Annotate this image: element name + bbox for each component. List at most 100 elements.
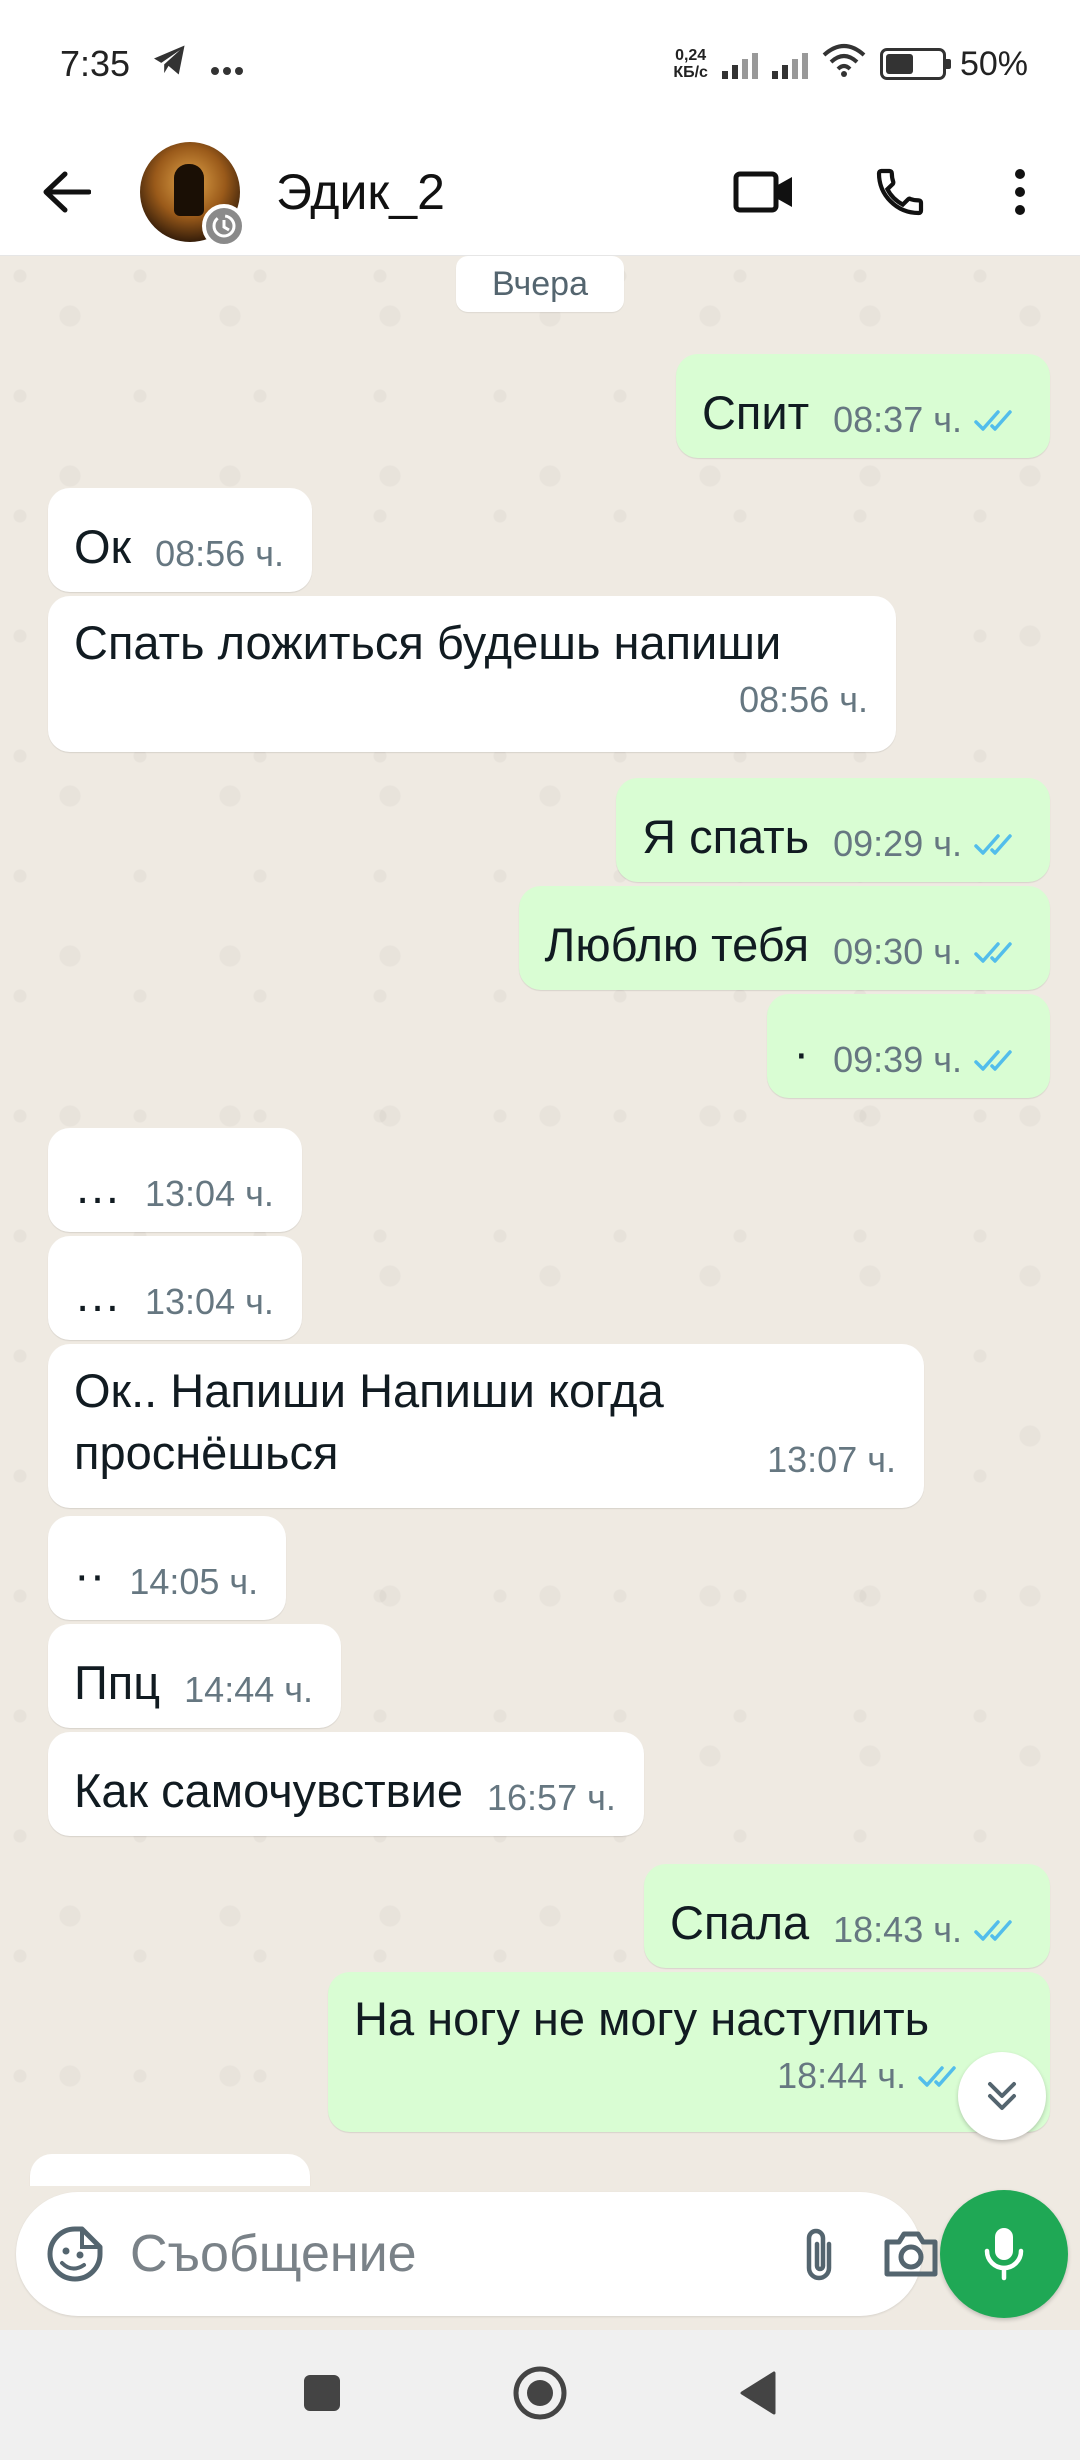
message-time: 08:56 ч. (739, 679, 868, 720)
wifi-icon (822, 43, 866, 86)
message-time: 13:04 ч. (145, 1281, 274, 1322)
mic-icon (984, 2228, 1024, 2281)
message-second-row: проснёшься 13:07 ч. (74, 1422, 896, 1484)
date-chip: Вчера (456, 256, 624, 312)
signal-2-icon (771, 49, 808, 79)
message-meta: 08:56 ч. (155, 532, 284, 578)
battery-icon (879, 48, 951, 80)
message-text: … (74, 1160, 121, 1213)
message-outgoing[interactable]: На ногу не могу наступить 18:44 ч. (328, 1972, 1050, 2132)
message-time: 09:30 ч. (833, 931, 962, 972)
chat-area[interactable]: Вчера Спит 08:37 ч. Ок 08:56 ч. Спать ло… (0, 256, 1080, 2186)
compose-bar (16, 2192, 938, 2316)
mic-button[interactable] (940, 2190, 1068, 2318)
message-incoming[interactable]: … 13:04 ч. (48, 1128, 302, 1232)
message-meta: 09:30 ч. (833, 930, 1022, 976)
message-meta: 08:37 ч. (833, 398, 1022, 444)
circle-home-icon (513, 2366, 567, 2419)
emoji-sticker-button[interactable] (46, 2219, 104, 2289)
message-meta: 18:44 ч. (777, 2054, 966, 2100)
video-call-icon (733, 171, 792, 212)
message-incoming[interactable]: ·· 14:05 ч. (48, 1516, 287, 1620)
status-bar: 7:35 0,24 КБ/с 50% (0, 0, 1080, 128)
back-arrow-icon (43, 171, 91, 212)
message-text: Люблю тебя (544, 918, 810, 971)
message-meta: 09:29 ч. (833, 822, 1022, 868)
message-text: Я спать (642, 810, 810, 863)
message-meta: 13:04 ч. (145, 1172, 274, 1218)
message-input[interactable] (130, 2224, 799, 2284)
avatar[interactable] (140, 141, 246, 248)
message-outgoing[interactable]: Спит 08:37 ч. (675, 354, 1050, 458)
phone-icon (876, 168, 924, 215)
message-incoming[interactable]: Как самочувствие 16:57 ч. (48, 1732, 644, 1836)
message-meta: 09:39 ч. (833, 1038, 1022, 1084)
message-time: 08:37 ч. (833, 399, 962, 440)
message-time: 14:05 ч. (129, 1561, 259, 1602)
voice-call-button[interactable] (860, 152, 940, 232)
message-time: 13:04 ч. (145, 1173, 274, 1214)
home-button[interactable] (512, 2365, 568, 2426)
attach-icon (806, 2228, 832, 2281)
system-nav-bar (0, 2330, 1080, 2460)
message-meta: 13:07 ч. (767, 1438, 896, 1484)
net-speed: 0,24 КБ/с (673, 47, 708, 81)
message-outgoing[interactable]: Я спать 09:29 ч. (616, 778, 1050, 882)
status-time: 7:35 (60, 43, 131, 84)
more-dots-icon (210, 43, 244, 85)
message-meta: 18:43 ч. (833, 1908, 1022, 1954)
read-ticks-icon (974, 1920, 1012, 1941)
message-meta: 14:05 ч. (129, 1560, 258, 1606)
message-text-line2: проснёшься (74, 1426, 339, 1479)
more-vert-icon (1015, 168, 1025, 215)
read-ticks-icon (974, 410, 1012, 431)
message-meta: 13:04 ч. (145, 1280, 274, 1326)
message-time: 14:44 ч. (184, 1669, 314, 1710)
message-text: Ок (74, 520, 132, 573)
contact-name[interactable]: Эдик_2 (276, 163, 724, 221)
message-time: 08:56 ч. (155, 533, 284, 574)
chat-header: Эдик_2 (0, 128, 1080, 256)
message-text: Спать ложиться будешь напиши (74, 616, 782, 669)
message-text: ·· (74, 1548, 106, 1601)
message-text: Спит (701, 386, 810, 439)
back-button[interactable] (30, 156, 102, 228)
message-meta: 14:44 ч. (184, 1668, 313, 1714)
back-nav-button[interactable] (738, 2370, 778, 2421)
recents-button[interactable] (302, 2373, 342, 2418)
message-incoming[interactable]: Ок.. Напиши Напиши когда проснёшься 13:0… (48, 1344, 924, 1508)
video-call-button[interactable] (724, 152, 804, 232)
square-icon (304, 2374, 340, 2411)
emoji-sticker-icon (47, 2226, 103, 2282)
message-outgoing[interactable]: Спала 18:43 ч. (644, 1864, 1050, 1968)
message-text-line1: Ок.. Напиши Напиши когда (74, 1364, 664, 1417)
read-ticks-icon (974, 1050, 1012, 1071)
message-text: На ногу не могу наступить (354, 1992, 930, 2045)
status-bar-left: 7:35 (60, 43, 244, 85)
read-ticks-icon (974, 942, 1012, 963)
message-text: Ппц (74, 1656, 161, 1709)
read-ticks-icon (974, 834, 1012, 855)
triangle-back-icon (740, 2371, 776, 2414)
message-outgoing[interactable]: Люблю тебя 09:30 ч. (518, 886, 1050, 990)
message-time: 09:39 ч. (833, 1039, 962, 1080)
message-incoming[interactable]: Спать ложиться будешь напиши 08:56 ч. (48, 596, 896, 752)
message-time: 13:07 ч. (767, 1439, 896, 1480)
message-incoming[interactable]: Ппц 14:44 ч. (48, 1624, 342, 1728)
message-outgoing[interactable]: · 09:39 ч. (767, 994, 1050, 1098)
message-incoming[interactable]: … 13:04 ч. (48, 1236, 302, 1340)
message-time: 18:44 ч. (777, 2055, 906, 2096)
message-time: 09:29 ч. (833, 823, 962, 864)
message-incoming-partial[interactable] (30, 2154, 310, 2186)
message-time: 16:57 ч. (487, 1777, 616, 1818)
signal-icon (721, 49, 758, 79)
message-text: … (74, 1268, 121, 1321)
message-incoming[interactable]: Ок 08:56 ч. (48, 488, 312, 592)
more-options-button[interactable] (980, 152, 1060, 232)
scroll-to-bottom-button[interactable] (958, 2052, 1046, 2140)
double-chevron-down-icon (988, 2082, 1016, 2110)
message-meta: 08:56 ч. (739, 678, 868, 724)
camera-button[interactable] (881, 2219, 941, 2289)
attach-button[interactable] (799, 2219, 839, 2289)
camera-icon (884, 2231, 938, 2277)
